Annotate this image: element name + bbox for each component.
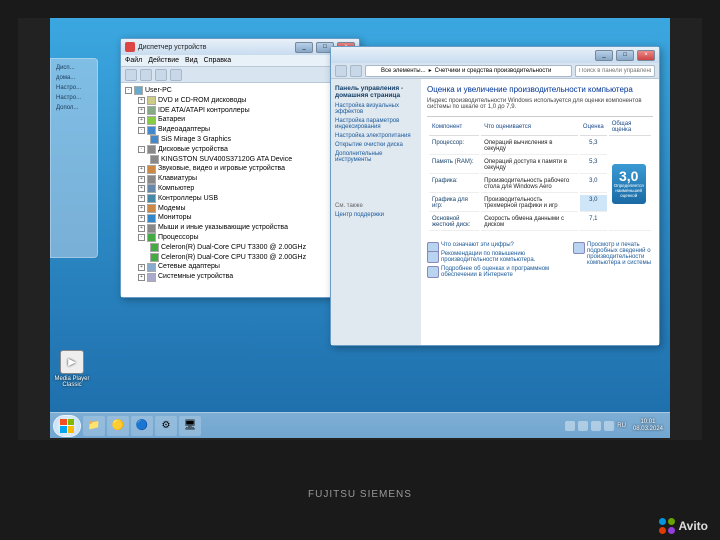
tree-node[interactable]: +Сетевые адаптеры (124, 262, 356, 272)
watermark: Avito (659, 518, 708, 534)
toolbar (121, 67, 359, 83)
gadget-item[interactable]: Настро... (55, 93, 93, 103)
breadcrumb[interactable]: Все элементы...▸ Счетчики и средства про… (365, 65, 572, 77)
tree-node[interactable]: +Мониторы (124, 213, 356, 223)
table-row: Процессор:Операций вычисления в секунду5… (429, 138, 651, 155)
desktop-icon-media-player[interactable]: ▶Media Player Classic (54, 350, 90, 388)
col-overall: Общая оценка (609, 119, 651, 136)
tree-node[interactable]: +Мыши и иные указывающие устройства (124, 223, 356, 233)
nav-link-cleanup[interactable]: Открытие очистки диска (335, 142, 417, 148)
app-icon (125, 42, 135, 52)
nav-panel: Панель управления - домашняя страница На… (331, 79, 421, 345)
close-button[interactable]: × (637, 50, 655, 61)
page-subheading: Индекс производительности Windows исполь… (427, 98, 653, 110)
taskbar-item-control-panel[interactable]: ⚙ (155, 416, 177, 436)
toolbar-button[interactable] (140, 69, 152, 81)
see-also-label: См. также (335, 203, 417, 209)
tray-network-icon[interactable] (591, 421, 601, 431)
menu-help[interactable]: Справка (204, 57, 231, 64)
tree-root[interactable]: -User-PC (124, 86, 356, 96)
menu-view[interactable]: Вид (185, 57, 198, 64)
col-score: Оценка (580, 119, 607, 136)
minimize-button[interactable]: _ (595, 50, 613, 61)
search-input[interactable] (575, 65, 655, 77)
col-description: Что оценивается (481, 119, 578, 136)
start-button[interactable] (53, 415, 81, 437)
col-component: Компонент (429, 119, 479, 136)
page-heading: Оценка и увеличение производительности к… (427, 85, 653, 94)
clock[interactable]: 10:01 08.03.2024 (629, 419, 667, 432)
device-manager-window: Диспетчер устройств _ □ × Файл Действие … (120, 38, 360, 298)
overall-score: 3,0Определяется наименьшей оценкой (612, 164, 646, 204)
back-button[interactable] (335, 65, 347, 77)
tree-node[interactable]: +Модемы (124, 204, 356, 214)
forward-button[interactable] (350, 65, 362, 77)
windows-logo-icon (60, 419, 74, 433)
tree-node[interactable]: +Батареи (124, 115, 356, 125)
tree-node[interactable]: +DVD и CD-ROM дисководы (124, 96, 356, 106)
toolbar-button[interactable] (170, 69, 182, 81)
titlebar[interactable]: Диспетчер устройств _ □ × (121, 39, 359, 55)
window-title: Диспетчер устройств (138, 44, 292, 51)
tree-node[interactable]: +Системные устройства (124, 272, 356, 282)
laptop-brand-label: FUJITSU SIEMENS (308, 489, 412, 500)
tree-node[interactable]: -Дисковые устройства (124, 145, 356, 155)
tree-leaf[interactable]: Celeron(R) Dual-Core CPU T3300 @ 2.00GHz (124, 243, 356, 253)
tray-icon[interactable] (578, 421, 588, 431)
control-panel-icon (370, 67, 378, 75)
taskbar: 📁 🟡 🔵 ⚙ 🖥 RU 10:01 08.03.2024 (50, 412, 670, 438)
titlebar[interactable]: _ □ × (331, 47, 659, 63)
gadget-item[interactable]: дома... (55, 73, 93, 83)
link-more-info[interactable]: Подробнее об оценках и программном обесп… (427, 266, 567, 278)
toolbar-button[interactable] (125, 69, 137, 81)
gadget-item[interactable]: Допол... (55, 103, 93, 113)
tree-node[interactable]: +IDE ATA/ATAPI контроллеры (124, 106, 356, 116)
link-what-numbers[interactable]: Что означают эти цифры? (427, 242, 567, 248)
nav-link-visual[interactable]: Настройка визуальных эффектов (335, 103, 417, 115)
menu-action[interactable]: Действие (148, 57, 179, 64)
navigation-toolbar: Все элементы...▸ Счетчики и средства про… (331, 63, 659, 79)
nav-header: Панель управления - домашняя страница (335, 85, 417, 99)
device-tree[interactable]: -User-PC+DVD и CD-ROM дисководы+IDE ATA/… (121, 83, 359, 297)
taskbar-item-browser2[interactable]: 🔵 (131, 416, 153, 436)
maximize-button[interactable]: □ (616, 50, 634, 61)
link-print-details[interactable]: Просмотр и печать подробных сведений о п… (573, 242, 653, 266)
tray-volume-icon[interactable] (604, 421, 614, 431)
performance-table: Компонент Что оценивается Оценка Общая о… (427, 116, 653, 233)
system-tray: RU 10:01 08.03.2024 (565, 419, 667, 432)
taskbar-item-device-manager[interactable]: 🖥 (179, 416, 201, 436)
gadget-item[interactable]: Настро... (55, 83, 93, 93)
gadget-sidebar: Дисп... дома... Настро... Настро... Допо… (50, 58, 98, 258)
performance-window: _ □ × Все элементы...▸ Счетчики и средст… (330, 46, 660, 346)
tree-node[interactable]: -Видеоадаптеры (124, 125, 356, 135)
taskbar-item-explorer[interactable]: 📁 (83, 416, 105, 436)
tray-icon[interactable] (565, 421, 575, 431)
gadget-title: Дисп... (55, 63, 93, 73)
nav-link-indexing[interactable]: Настройка параметров индексирования (335, 118, 417, 130)
language-indicator[interactable]: RU (617, 423, 626, 429)
tree-leaf[interactable]: KINGSTON SUV400S37120G ATA Device (124, 155, 356, 165)
minimize-button[interactable]: _ (295, 42, 313, 53)
nav-link-support[interactable]: Центр поддержки (335, 212, 417, 218)
nav-link-power[interactable]: Настройка электропитания (335, 133, 417, 139)
menu-file[interactable]: Файл (125, 57, 142, 64)
link-recommendations[interactable]: Рекомендации по повышению производительн… (427, 251, 567, 263)
content-panel: Оценка и увеличение производительности к… (421, 79, 659, 345)
tree-leaf[interactable]: SiS Mirage 3 Graphics (124, 135, 356, 145)
tree-node[interactable]: +Звуковые, видео и игровые устройства (124, 164, 356, 174)
taskbar-item-browser[interactable]: 🟡 (107, 416, 129, 436)
nav-link-tools[interactable]: Дополнительные инструменты (335, 151, 417, 163)
desktop-icons: ▶Media Player Classic 📄Foxit Reader (54, 350, 90, 388)
tree-leaf[interactable]: Celeron(R) Dual-Core CPU T3300 @ 2.00GHz (124, 253, 356, 263)
tree-node[interactable]: +Компьютер (124, 184, 356, 194)
tree-node[interactable]: +Контроллеры USB (124, 194, 356, 204)
tree-node[interactable]: -Процессоры (124, 233, 356, 243)
menubar: Файл Действие Вид Справка (121, 55, 359, 67)
tree-node[interactable]: +Клавиатуры (124, 174, 356, 184)
toolbar-button[interactable] (155, 69, 167, 81)
